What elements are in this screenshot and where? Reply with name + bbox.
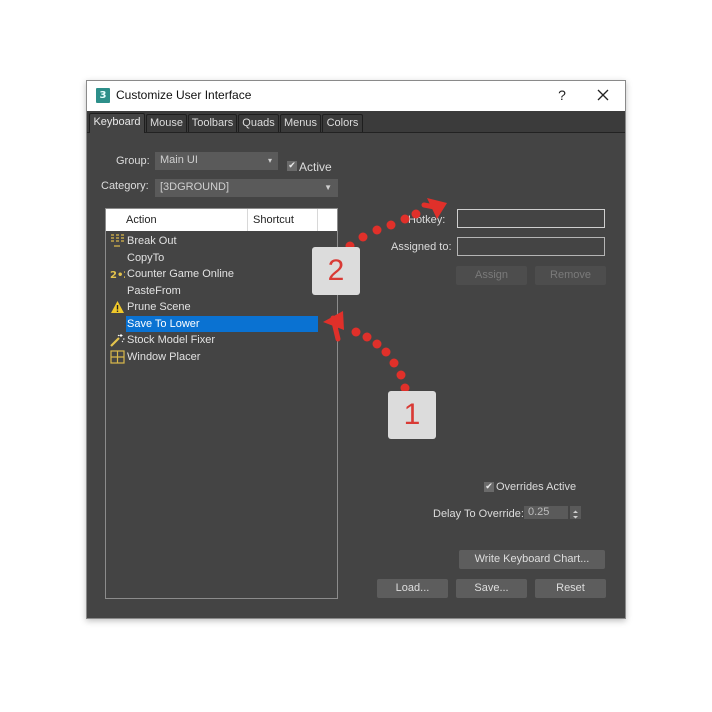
- tab-menus[interactable]: Menus: [280, 114, 321, 132]
- close-button[interactable]: [592, 85, 614, 105]
- column-header-shortcut[interactable]: Shortcut: [248, 209, 318, 231]
- tab-bar: Keyboard Mouse Toolbars Quads Menus Colo…: [87, 111, 625, 133]
- list-header: Action Shortcut: [106, 209, 337, 231]
- chevron-down-icon: ▾: [267, 156, 272, 165]
- list-item-label: Window Placer: [127, 351, 201, 363]
- spinner-up-down-icon: [573, 510, 578, 519]
- list-item-label: Counter Game Online: [127, 268, 234, 280]
- close-icon: [597, 89, 609, 101]
- category-value: [3DGROUND]: [160, 181, 230, 193]
- list-item-label: PasteFrom: [127, 285, 181, 297]
- list-item[interactable]: CopyTo: [106, 250, 319, 266]
- action-list[interactable]: Action Shortcut Break Out CopyTo 2•2 Cou…: [105, 208, 338, 599]
- assigned-to-label: Assigned to:: [391, 241, 452, 253]
- delay-to-override-label: Delay To Override:: [433, 508, 524, 520]
- overrides-active-label: Overrides Active: [496, 481, 577, 493]
- assign-button[interactable]: Assign: [456, 266, 527, 285]
- tab-keyboard[interactable]: Keyboard: [89, 113, 145, 133]
- grid-icon: [110, 350, 125, 364]
- group-value: Main UI: [160, 154, 198, 166]
- reset-button[interactable]: Reset: [535, 579, 606, 598]
- app-3ds-max-icon: 3: [96, 88, 110, 103]
- counter-2-2-icon: 2•2: [110, 270, 125, 281]
- load-button[interactable]: Load...: [377, 579, 448, 598]
- customize-ui-dialog: 3 Customize User Interface ? Keyboard Mo…: [86, 80, 626, 619]
- list-item-label: Save To Lower: [126, 316, 318, 332]
- title-bar: 3 Customize User Interface ?: [87, 81, 625, 111]
- active-checkbox[interactable]: ✔: [287, 161, 297, 171]
- annotation-callout-2: 2: [312, 247, 360, 295]
- annotation-callout-1: 1: [388, 391, 436, 439]
- warning-icon: [111, 301, 124, 313]
- column-header-action[interactable]: Action: [106, 209, 248, 231]
- list-item[interactable]: Break Out: [106, 233, 319, 249]
- list-item[interactable]: Stock Model Fixer: [106, 332, 319, 348]
- list-item-label: Stock Model Fixer: [127, 334, 216, 346]
- tab-colors[interactable]: Colors: [322, 114, 363, 132]
- delay-to-override-input[interactable]: 0.25: [524, 506, 568, 519]
- bars-icon: [111, 234, 124, 247]
- overrides-active-checkbox[interactable]: ✔: [484, 482, 494, 492]
- list-item-label: CopyTo: [127, 252, 165, 264]
- list-item-label: Break Out: [127, 235, 177, 247]
- list-item[interactable]: PasteFrom: [106, 283, 319, 299]
- tab-toolbars[interactable]: Toolbars: [188, 114, 237, 132]
- group-label: Group:: [116, 155, 150, 167]
- list-item[interactable]: Prune Scene: [106, 299, 319, 315]
- list-item[interactable]: 2•2 Counter Game Online: [106, 266, 319, 282]
- hotkey-label: Hotkey:: [408, 214, 446, 226]
- svg-text:2•2: 2•2: [110, 270, 125, 281]
- category-label: Category:: [101, 180, 149, 192]
- list-item[interactable]: Save To Lower: [106, 316, 319, 332]
- help-button[interactable]: ?: [552, 85, 572, 105]
- remove-button[interactable]: Remove: [535, 266, 606, 285]
- list-item-label: Prune Scene: [127, 301, 191, 313]
- active-label: Active: [299, 160, 332, 174]
- hotkey-input[interactable]: [457, 209, 605, 228]
- save-button[interactable]: Save...: [456, 579, 527, 598]
- tab-mouse[interactable]: Mouse: [146, 114, 187, 132]
- group-dropdown[interactable]: Main UI ▾: [155, 152, 278, 170]
- assigned-to-field: [457, 237, 605, 256]
- write-keyboard-chart-button[interactable]: Write Keyboard Chart...: [459, 550, 605, 569]
- tab-quads[interactable]: Quads: [238, 114, 279, 132]
- window-title: Customize User Interface: [116, 88, 252, 102]
- list-item[interactable]: Window Placer: [106, 349, 319, 365]
- magic-wand-icon: [110, 334, 125, 347]
- category-dropdown[interactable]: [3DGROUND] ▼: [155, 179, 338, 197]
- chevron-down-icon: ▼: [324, 183, 332, 192]
- delay-spinner-arrows[interactable]: [570, 506, 581, 519]
